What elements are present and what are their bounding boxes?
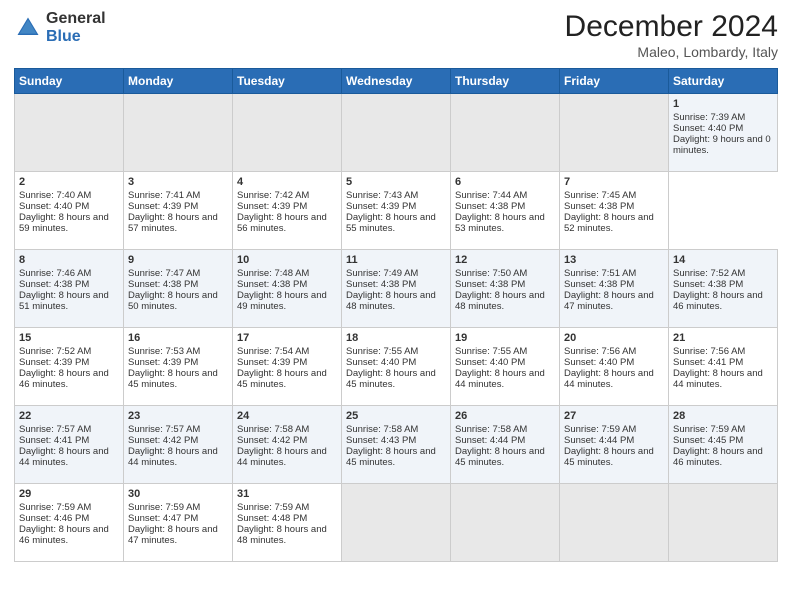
day-number: 16 xyxy=(128,332,228,344)
week-row-2: 2Sunrise: 7:40 AMSunset: 4:40 PMDaylight… xyxy=(15,172,778,250)
day-number: 24 xyxy=(237,410,337,422)
day-cell-19: 19Sunrise: 7:55 AMSunset: 4:40 PMDayligh… xyxy=(451,328,560,406)
empty-cell xyxy=(560,94,669,172)
day-cell-12: 12Sunrise: 7:50 AMSunset: 4:38 PMDayligh… xyxy=(451,250,560,328)
day-number: 15 xyxy=(19,332,119,344)
day-number: 18 xyxy=(346,332,446,344)
empty-cell xyxy=(124,94,233,172)
title-block: December 2024 Maleo, Lombardy, Italy xyxy=(565,10,778,60)
day-cell-15: 15Sunrise: 7:52 AMSunset: 4:39 PMDayligh… xyxy=(15,328,124,406)
day-number: 8 xyxy=(19,254,119,266)
day-number: 2 xyxy=(19,176,119,188)
day-number: 17 xyxy=(237,332,337,344)
day-cell-5: 5Sunrise: 7:43 AMSunset: 4:39 PMDaylight… xyxy=(342,172,451,250)
day-cell-24: 24Sunrise: 7:58 AMSunset: 4:42 PMDayligh… xyxy=(233,406,342,484)
day-number: 28 xyxy=(673,410,773,422)
day-cell-20: 20Sunrise: 7:56 AMSunset: 4:40 PMDayligh… xyxy=(560,328,669,406)
day-number: 3 xyxy=(128,176,228,188)
day-cell-27: 27Sunrise: 7:59 AMSunset: 4:44 PMDayligh… xyxy=(560,406,669,484)
day-cell-25: 25Sunrise: 7:58 AMSunset: 4:43 PMDayligh… xyxy=(342,406,451,484)
day-number: 20 xyxy=(564,332,664,344)
empty-cell xyxy=(342,94,451,172)
day-cell-10: 10Sunrise: 7:48 AMSunset: 4:38 PMDayligh… xyxy=(233,250,342,328)
day-cell-11: 11Sunrise: 7:49 AMSunset: 4:38 PMDayligh… xyxy=(342,250,451,328)
day-number: 6 xyxy=(455,176,555,188)
logo-blue-text: Blue xyxy=(46,28,106,46)
day-number: 5 xyxy=(346,176,446,188)
day-cell-21: 21Sunrise: 7:56 AMSunset: 4:41 PMDayligh… xyxy=(669,328,778,406)
week-row-3: 8Sunrise: 7:46 AMSunset: 4:38 PMDaylight… xyxy=(15,250,778,328)
day-cell-1: 1Sunrise: 7:39 AMSunset: 4:40 PMDaylight… xyxy=(669,94,778,172)
calendar-table: SundayMondayTuesdayWednesdayThursdayFrid… xyxy=(14,68,778,562)
logo-text: General Blue xyxy=(46,10,106,45)
day-number: 30 xyxy=(128,488,228,500)
day-header-sunday: Sunday xyxy=(15,69,124,94)
day-cell-14: 14Sunrise: 7:52 AMSunset: 4:38 PMDayligh… xyxy=(669,250,778,328)
empty-cell xyxy=(560,484,669,562)
location: Maleo, Lombardy, Italy xyxy=(565,44,778,60)
day-header-wednesday: Wednesday xyxy=(342,69,451,94)
empty-cell xyxy=(342,484,451,562)
day-number: 12 xyxy=(455,254,555,266)
logo: General Blue xyxy=(14,10,106,45)
day-cell-29: 29Sunrise: 7:59 AMSunset: 4:46 PMDayligh… xyxy=(15,484,124,562)
day-cell-3: 3Sunrise: 7:41 AMSunset: 4:39 PMDaylight… xyxy=(124,172,233,250)
day-cell-8: 8Sunrise: 7:46 AMSunset: 4:38 PMDaylight… xyxy=(15,250,124,328)
empty-cell xyxy=(15,94,124,172)
day-cell-16: 16Sunrise: 7:53 AMSunset: 4:39 PMDayligh… xyxy=(124,328,233,406)
day-cell-7: 7Sunrise: 7:45 AMSunset: 4:38 PMDaylight… xyxy=(560,172,669,250)
day-cell-18: 18Sunrise: 7:55 AMSunset: 4:40 PMDayligh… xyxy=(342,328,451,406)
day-header-tuesday: Tuesday xyxy=(233,69,342,94)
calendar-body: 1Sunrise: 7:39 AMSunset: 4:40 PMDaylight… xyxy=(15,94,778,562)
logo-general: General xyxy=(46,10,106,28)
day-number: 7 xyxy=(564,176,664,188)
day-number: 14 xyxy=(673,254,773,266)
day-header-friday: Friday xyxy=(560,69,669,94)
day-header-monday: Monday xyxy=(124,69,233,94)
day-number: 4 xyxy=(237,176,337,188)
day-cell-30: 30Sunrise: 7:59 AMSunset: 4:47 PMDayligh… xyxy=(124,484,233,562)
header: General Blue December 2024 Maleo, Lombar… xyxy=(14,10,778,60)
week-row-4: 15Sunrise: 7:52 AMSunset: 4:39 PMDayligh… xyxy=(15,328,778,406)
day-cell-23: 23Sunrise: 7:57 AMSunset: 4:42 PMDayligh… xyxy=(124,406,233,484)
day-number: 13 xyxy=(564,254,664,266)
day-number: 27 xyxy=(564,410,664,422)
main-container: General Blue December 2024 Maleo, Lombar… xyxy=(0,0,792,572)
week-row-1: 1Sunrise: 7:39 AMSunset: 4:40 PMDaylight… xyxy=(15,94,778,172)
day-cell-26: 26Sunrise: 7:58 AMSunset: 4:44 PMDayligh… xyxy=(451,406,560,484)
day-number: 23 xyxy=(128,410,228,422)
empty-cell xyxy=(669,484,778,562)
day-cell-17: 17Sunrise: 7:54 AMSunset: 4:39 PMDayligh… xyxy=(233,328,342,406)
day-cell-9: 9Sunrise: 7:47 AMSunset: 4:38 PMDaylight… xyxy=(124,250,233,328)
day-cell-28: 28Sunrise: 7:59 AMSunset: 4:45 PMDayligh… xyxy=(669,406,778,484)
day-number: 26 xyxy=(455,410,555,422)
day-cell-4: 4Sunrise: 7:42 AMSunset: 4:39 PMDaylight… xyxy=(233,172,342,250)
day-number: 11 xyxy=(346,254,446,266)
day-header-saturday: Saturday xyxy=(669,69,778,94)
day-cell-2: 2Sunrise: 7:40 AMSunset: 4:40 PMDaylight… xyxy=(15,172,124,250)
day-number: 9 xyxy=(128,254,228,266)
day-cell-31: 31Sunrise: 7:59 AMSunset: 4:48 PMDayligh… xyxy=(233,484,342,562)
empty-cell xyxy=(451,484,560,562)
day-number: 10 xyxy=(237,254,337,266)
week-row-5: 22Sunrise: 7:57 AMSunset: 4:41 PMDayligh… xyxy=(15,406,778,484)
day-number: 22 xyxy=(19,410,119,422)
logo-icon xyxy=(14,14,42,42)
day-header-thursday: Thursday xyxy=(451,69,560,94)
day-number: 19 xyxy=(455,332,555,344)
day-number: 25 xyxy=(346,410,446,422)
day-number: 29 xyxy=(19,488,119,500)
empty-cell xyxy=(451,94,560,172)
day-number: 21 xyxy=(673,332,773,344)
day-cell-6: 6Sunrise: 7:44 AMSunset: 4:38 PMDaylight… xyxy=(451,172,560,250)
day-cell-22: 22Sunrise: 7:57 AMSunset: 4:41 PMDayligh… xyxy=(15,406,124,484)
empty-cell xyxy=(233,94,342,172)
day-number: 1 xyxy=(673,98,773,110)
day-number: 31 xyxy=(237,488,337,500)
day-cell-13: 13Sunrise: 7:51 AMSunset: 4:38 PMDayligh… xyxy=(560,250,669,328)
week-row-6: 29Sunrise: 7:59 AMSunset: 4:46 PMDayligh… xyxy=(15,484,778,562)
month-year: December 2024 xyxy=(565,10,778,44)
days-header-row: SundayMondayTuesdayWednesdayThursdayFrid… xyxy=(15,69,778,94)
